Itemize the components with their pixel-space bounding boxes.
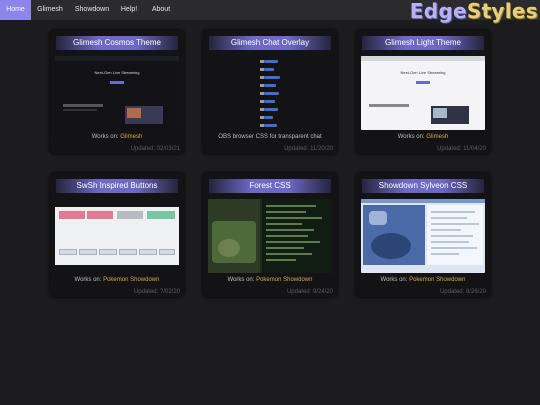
nav-showdown[interactable]: Showdown [72, 0, 112, 20]
card-thumbnail[interactable] [361, 199, 485, 273]
updated-date: Updated: 11/04/20 [437, 146, 486, 152]
top-nav-bar: Home Glimesh Showdown Help! About EdgeSt… [0, 0, 540, 22]
card-thumbnail[interactable] [208, 56, 332, 130]
card-thumbnail[interactable] [208, 199, 332, 273]
card-title[interactable]: Showdown Sylveon CSS [362, 179, 484, 193]
nav-help[interactable]: Help! [116, 0, 142, 20]
style-card-forest-css[interactable]: Forest CSS Works on: Pokemon Showdown Up… [203, 173, 337, 297]
works-on-link[interactable]: Glimesh [426, 134, 448, 140]
works-on-link[interactable]: Pokemon Showdown [256, 277, 312, 283]
card-title[interactable]: Glimesh Chat Overlay [209, 36, 331, 50]
works-on-prefix: Works on: [91, 134, 121, 140]
logo-part-styles: Styles [466, 0, 538, 23]
updated-date: Updated: 8/26/20 [439, 289, 486, 295]
style-card-glimesh-cosmos[interactable]: Glimesh Cosmos Theme Next-Gen Live Strea… [50, 30, 184, 154]
works-on-prefix: Works on: [74, 277, 104, 283]
updated-date: Updated: 02/03/21 [130, 146, 180, 152]
updated-date: Updated: ?/02/20 [133, 289, 180, 295]
works-on-prefix: Works on: [380, 277, 410, 283]
works-on-text: Works on: Pokemon Showdown [203, 277, 337, 283]
thumb-hero-text: Next-Gen Live Streaming [400, 70, 446, 75]
works-on-link[interactable]: Pokemon Showdown [103, 277, 159, 283]
card-thumbnail[interactable] [55, 199, 179, 273]
works-on-prefix: Works on: [397, 134, 427, 140]
card-title[interactable]: Glimesh Cosmos Theme [56, 36, 178, 50]
thumb-hero-text: Next-Gen Live Streaming [94, 70, 140, 75]
card-title[interactable]: Glimesh Light Theme [362, 36, 484, 50]
logo-part-edge: Edge [409, 0, 467, 23]
nav-home[interactable]: Home [0, 0, 31, 20]
works-on-link[interactable]: Glimesh [120, 134, 142, 140]
works-on-text: Works on: Glimesh [50, 134, 184, 140]
works-on-link[interactable]: Pokemon Showdown [409, 277, 465, 283]
style-card-swsh-buttons[interactable]: SwSh Inspired Buttons Works on: Pokemon … [50, 173, 184, 297]
updated-date: Updated: 11/20/20 [284, 146, 333, 152]
nav-about[interactable]: About [146, 0, 176, 20]
works-on-text: Works on: Pokemon Showdown [356, 277, 490, 283]
card-thumbnail[interactable]: Next-Gen Live Streaming [55, 56, 179, 130]
style-card-showdown-sylveon[interactable]: Showdown Sylveon CSS Works on: Pokemon S… [356, 173, 490, 297]
card-title[interactable]: Forest CSS [209, 179, 331, 193]
card-thumbnail[interactable]: Next-Gen Live Streaming [361, 56, 485, 130]
updated-date: Updated: 9/24/20 [286, 289, 333, 295]
nav-glimesh[interactable]: Glimesh [33, 0, 67, 20]
card-title[interactable]: SwSh Inspired Buttons [56, 179, 178, 193]
description-text: OBS browser CSS for transparent chat [218, 134, 322, 140]
works-on-text: Works on: Pokemon Showdown [50, 277, 184, 283]
style-card-glimesh-chat-overlay[interactable]: Glimesh Chat Overlay OBS browser CSS for… [203, 30, 337, 154]
site-logo[interactable]: EdgeStyles [410, 0, 538, 22]
style-card-glimesh-light[interactable]: Glimesh Light Theme Next-Gen Live Stream… [356, 30, 490, 154]
works-on-prefix: Works on: [227, 277, 257, 283]
works-on-text: Works on: Glimesh [356, 134, 490, 140]
